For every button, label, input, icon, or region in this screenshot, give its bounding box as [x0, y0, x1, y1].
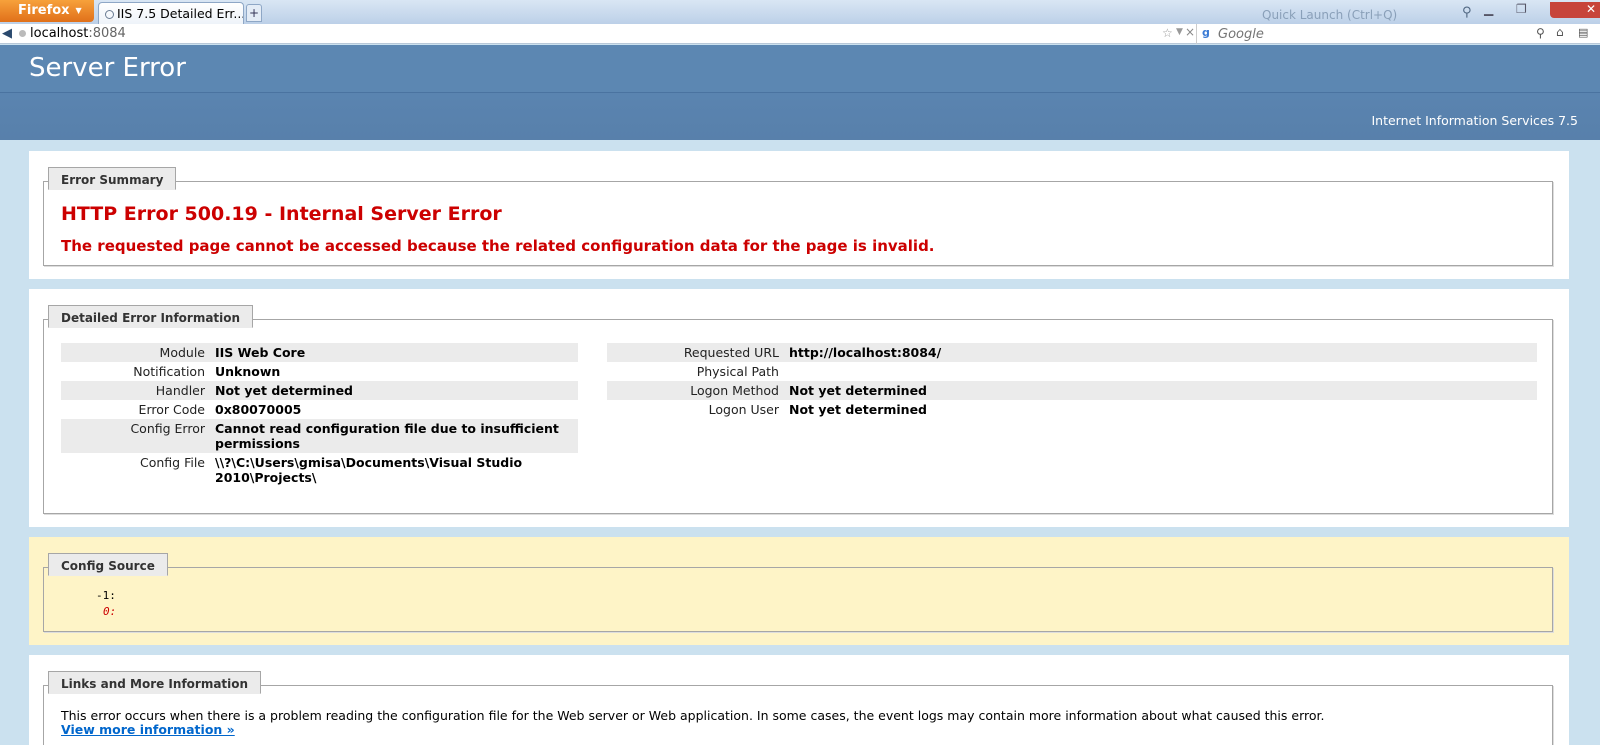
separator — [1196, 24, 1197, 44]
detailed-error-legend: Detailed Error Information — [48, 305, 254, 328]
detail-value: Unknown — [215, 364, 281, 379]
detail-key: Error Code — [138, 402, 205, 417]
detail-key: Config File — [140, 455, 205, 470]
table-row: Requested URL http://localhost:8084/ — [607, 343, 1537, 362]
view-more-info-link[interactable]: View more information » — [61, 722, 235, 737]
bookmarks-menu-icon[interactable]: ▤ — [1578, 26, 1588, 39]
history-dropdown-icon[interactable]: ▼ — [1176, 27, 1183, 37]
detail-value: Not yet determined — [789, 402, 928, 417]
table-row: Handler Not yet determined — [61, 381, 578, 400]
firefox-button-label: Firefox — [18, 3, 70, 18]
home-icon[interactable]: ⌂ — [1556, 25, 1564, 39]
source-line-error: 0: — [103, 605, 117, 618]
table-row: Physical Path — [607, 362, 1537, 381]
bookmark-star-icon[interactable]: ☆ — [1162, 26, 1173, 40]
navigation-bar: ◀ localhost:8084 ☆ ▼ × g ⚲ ⌂ ▤ — [0, 24, 1600, 44]
links-description: This error occurs when there is a proble… — [61, 708, 1325, 723]
detail-value: IIS Web Core — [210, 343, 578, 362]
config-source-fieldset: Config Source -1: 0: — [43, 553, 1553, 632]
close-icon[interactable]: ✕ — [1550, 2, 1600, 18]
chevron-down-icon: ▼ — [75, 6, 82, 15]
maximize-icon[interactable]: ❐ — [1516, 2, 1536, 18]
table-row: Module IIS Web Core — [61, 343, 578, 362]
detail-key: Logon User — [708, 402, 779, 417]
detail-value: Cannot read configuration file due to in… — [210, 419, 578, 453]
links-fieldset: Links and More Information This error oc… — [43, 671, 1553, 745]
details-right-table: Requested URL http://localhost:8084/ Phy… — [607, 343, 1537, 419]
detail-key: Physical Path — [696, 364, 779, 379]
url-port: :8084 — [88, 26, 126, 41]
error-summary-panel: Error Summary HTTP Error 500.19 - Intern… — [29, 151, 1569, 279]
firefox-menu-button[interactable]: Firefox ▼ — [0, 0, 94, 22]
tab-title: IIS 7.5 Detailed Err... — [117, 6, 244, 21]
google-icon[interactable]: g — [1202, 27, 1213, 39]
page-title: Server Error — [29, 53, 186, 83]
minimize-icon[interactable]: ▁ — [1484, 2, 1504, 18]
page-header: Server Error — [0, 45, 1600, 92]
detail-value: \\?\C:\Users\gmisa\Documents\Visual Stud… — [215, 455, 523, 485]
detail-value: http://localhost:8084/ — [784, 343, 1537, 362]
detail-key: Config Error — [61, 419, 210, 453]
loading-icon — [105, 10, 114, 19]
config-source-legend: Config Source — [48, 553, 168, 576]
detail-value: 0x80070005 — [215, 402, 302, 417]
search-go-icon[interactable]: ⚲ — [1536, 26, 1545, 40]
detail-value: Not yet determined — [784, 381, 1537, 400]
links-panel: Links and More Information This error oc… — [29, 655, 1569, 745]
page-subheader: Internet Information Services 7.5 — [0, 92, 1600, 140]
detail-key: Requested URL — [607, 343, 784, 362]
url-host: localhost — [30, 26, 89, 41]
search-icon[interactable]: ⚲ — [1462, 5, 1472, 20]
back-arrow-icon[interactable]: ◀ — [2, 26, 12, 41]
table-row: Notification Unknown — [61, 362, 578, 381]
detailed-error-panel: Detailed Error Information Module IIS We… — [29, 289, 1569, 527]
detail-key: Handler — [61, 381, 210, 400]
error-summary-fieldset: Error Summary HTTP Error 500.19 - Intern… — [43, 167, 1553, 266]
browser-titlebar: Firefox ▼ IIS 7.5 Detailed Err... + Quick… — [0, 0, 1600, 24]
search-input[interactable] — [1218, 26, 1518, 42]
detail-key: Module — [61, 343, 210, 362]
stop-icon[interactable]: × — [1185, 25, 1195, 39]
detail-key: Logon Method — [607, 381, 784, 400]
source-line-number: -1: — [96, 589, 116, 602]
links-legend: Links and More Information — [48, 671, 262, 694]
details-left-table: Module IIS Web Core Notification Unknown… — [61, 343, 578, 487]
detailed-error-fieldset: Detailed Error Information Module IIS We… — [43, 305, 1553, 514]
error-message: The requested page cannot be accessed be… — [61, 237, 935, 255]
detail-key: Notification — [133, 364, 205, 379]
table-row: Config File \\?\C:\Users\gmisa\Documents… — [61, 453, 578, 487]
product-name: Internet Information Services 7.5 — [1371, 113, 1578, 128]
quick-launch-hint: Quick Launch (Ctrl+Q) — [1262, 8, 1398, 22]
error-summary-legend: Error Summary — [48, 167, 177, 190]
tab-iis-error[interactable]: IIS 7.5 Detailed Err... — [98, 2, 244, 24]
table-row: Error Code 0x80070005 — [61, 400, 578, 419]
site-identity-icon[interactable] — [19, 30, 26, 37]
error-title: HTTP Error 500.19 - Internal Server Erro… — [61, 203, 502, 225]
url-bar[interactable]: localhost:8084 — [30, 26, 126, 41]
table-row: Config Error Cannot read configuration f… — [61, 419, 578, 453]
table-row: Logon Method Not yet determined — [607, 381, 1537, 400]
new-tab-button[interactable]: + — [246, 4, 262, 22]
detail-value — [784, 362, 1537, 381]
table-row: Logon User Not yet determined — [607, 400, 1537, 419]
detail-value: Not yet determined — [210, 381, 578, 400]
config-source-panel: Config Source -1: 0: — [29, 537, 1569, 645]
